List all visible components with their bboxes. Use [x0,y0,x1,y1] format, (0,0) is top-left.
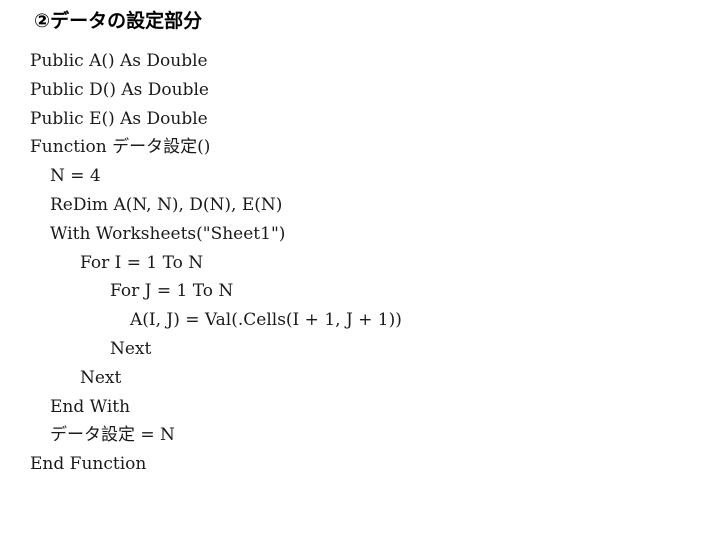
code-line: Next [80,367,122,388]
code-line: A(I, J) = Val(.Cells(I + 1, J + 1)) [130,310,402,331]
code-line: Function データ設定() [30,137,211,158]
code-line: Public A() As Double [30,51,208,71]
code-line: End With [50,396,131,417]
code-line: Next [110,338,152,359]
code-block: Public A() As Double Public D() As Doubl… [30,47,402,479]
code-line: With Worksheets("Sheet1") [50,223,286,244]
slide-title: ②データの設定部分 [34,10,203,32]
code-line: Public D() As Double [30,79,209,100]
code-line: N = 4 [50,166,101,187]
code-line: ReDim A(N, N), D(N), E(N) [50,194,283,215]
code-line: データ設定 = N [50,425,175,446]
code-line: For I = 1 To N [80,252,204,273]
code-line: For J = 1 To N [110,281,234,302]
code-line: Public E() As Double [30,108,208,129]
code-line: End Function [30,454,147,475]
